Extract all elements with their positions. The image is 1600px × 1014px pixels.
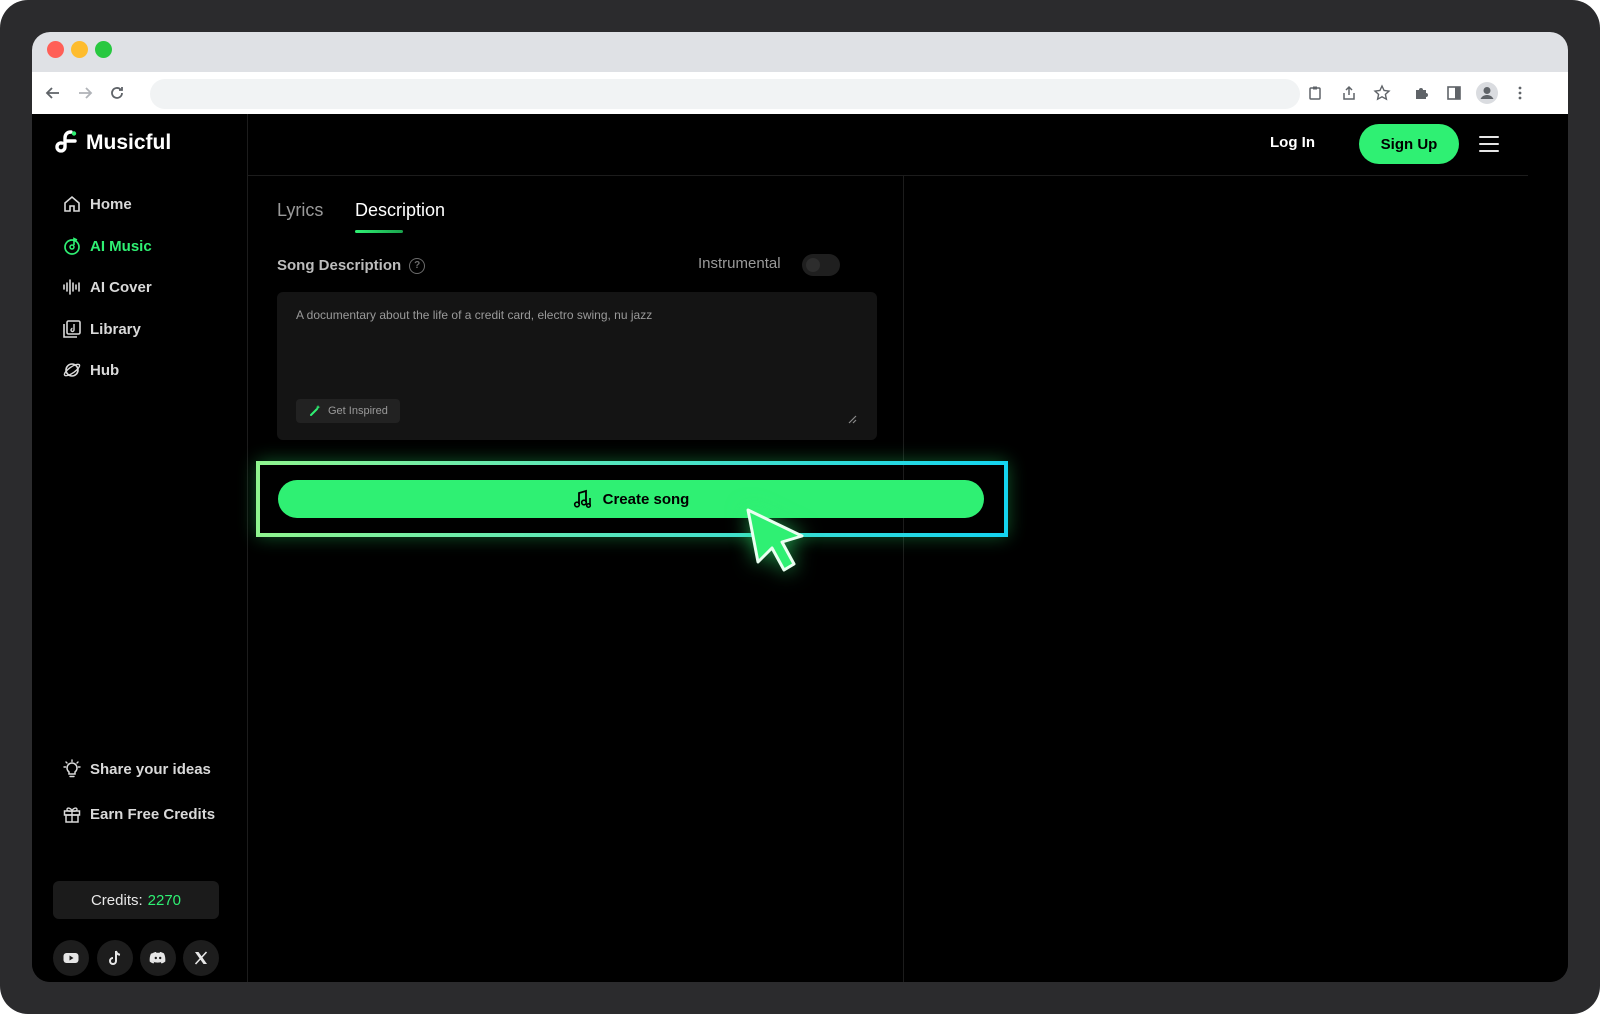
discord-icon [149, 952, 166, 964]
credits-display: Credits: 2270 [53, 881, 219, 919]
sidebar-item-label: AI Cover [90, 278, 152, 296]
hamburger-menu-icon[interactable] [1478, 133, 1500, 155]
discord-link[interactable] [140, 940, 176, 976]
music-disc-icon [64, 237, 80, 255]
tiktok-link[interactable] [97, 940, 133, 976]
tab-description[interactable]: Description [355, 200, 445, 221]
profile-avatar-icon[interactable] [1475, 81, 1499, 105]
x-icon [194, 951, 208, 965]
tab-lyrics[interactable]: Lyrics [277, 200, 323, 221]
song-description-value: A documentary about the life of a credit… [296, 308, 653, 322]
sidebar-item-library[interactable]: Library [62, 317, 141, 341]
browser-window: Musicful Home AI Music AI Cover Library [32, 32, 1568, 982]
song-description-input[interactable]: A documentary about the life of a credit… [277, 292, 877, 440]
youtube-link[interactable] [53, 940, 89, 976]
song-description-label: Song Description ? [277, 257, 426, 274]
sidebar-item-label: Library [90, 320, 141, 338]
create-song-label: Create song [602, 490, 690, 508]
active-tab-indicator [355, 230, 403, 233]
bookmark-star-icon[interactable] [1370, 81, 1394, 105]
help-question-icon[interactable]: ? [409, 257, 426, 274]
musicful-logo-icon [55, 130, 77, 153]
sidebar-item-label: Home [90, 195, 132, 213]
device-frame: Musicful Home AI Music AI Cover Library [0, 0, 1600, 1014]
music-notes-icon [573, 489, 591, 509]
create-panel: Lyrics Description Song Description ? In… [248, 176, 1008, 982]
credits-label: Credits: [90, 891, 143, 909]
signup-button[interactable]: Sign Up [1359, 124, 1459, 164]
close-window-button[interactable] [47, 41, 64, 58]
app-root: Musicful Home AI Music AI Cover Library [32, 114, 1568, 982]
x-twitter-link[interactable] [183, 940, 219, 976]
address-bar[interactable] [150, 79, 1300, 109]
reload-icon[interactable] [105, 81, 129, 105]
sidebar-item-home[interactable]: Home [62, 192, 132, 216]
song-description-text: Song Description [277, 257, 402, 274]
credits-value: 2270 [147, 891, 182, 909]
forward-arrow-icon[interactable] [73, 81, 97, 105]
instrumental-label: Instrumental [698, 255, 781, 272]
share-icon[interactable] [1337, 81, 1361, 105]
tiktok-icon [109, 950, 121, 965]
login-link[interactable]: Log In [1270, 134, 1315, 151]
back-arrow-icon[interactable] [41, 81, 65, 105]
maximize-window-button[interactable] [95, 41, 112, 58]
planet-icon [63, 363, 81, 377]
sidebar-item-label: AI Music [90, 237, 152, 255]
sparkle-icon [310, 405, 321, 416]
app-logo[interactable]: Musicful [54, 130, 171, 156]
side-panel-icon[interactable] [1442, 81, 1466, 105]
get-inspired-label: Get Inspired [328, 405, 388, 417]
browser-toolbar [32, 72, 1568, 114]
sidebar-item-hub[interactable]: Hub [62, 358, 119, 382]
get-inspired-button[interactable]: Get Inspired [296, 399, 400, 423]
minimize-window-button[interactable] [71, 41, 88, 58]
resize-handle-icon[interactable] [848, 415, 857, 424]
sidebar: Musicful Home AI Music AI Cover Library [32, 114, 248, 982]
browser-titlebar [32, 32, 1568, 72]
instrumental-toggle[interactable] [802, 254, 840, 276]
earn-credits-link[interactable]: Earn Free Credits [62, 802, 215, 826]
sidebar-item-ai-music[interactable]: AI Music [62, 234, 152, 258]
sidebar-item-ai-cover[interactable]: AI Cover [62, 275, 152, 299]
share-ideas-label: Share your ideas [90, 760, 211, 778]
earn-credits-label: Earn Free Credits [90, 805, 216, 823]
sidebar-item-label: Hub [90, 361, 120, 379]
browser-menu-icon[interactable] [1508, 81, 1532, 105]
gift-icon [63, 807, 81, 823]
library-icon [63, 320, 81, 338]
top-header: Log In Sign Up [248, 114, 1528, 176]
app-name: Musicful [86, 131, 172, 154]
clipboard-icon[interactable] [1303, 81, 1327, 105]
lightbulb-icon [63, 759, 81, 778]
home-icon [64, 195, 80, 212]
share-ideas-link[interactable]: Share your ideas [62, 757, 211, 781]
youtube-icon [63, 953, 79, 963]
create-song-button[interactable]: Create song [278, 480, 984, 518]
waveform-icon [63, 279, 80, 295]
pointer-cursor-icon [746, 508, 804, 572]
extensions-icon[interactable] [1409, 81, 1433, 105]
